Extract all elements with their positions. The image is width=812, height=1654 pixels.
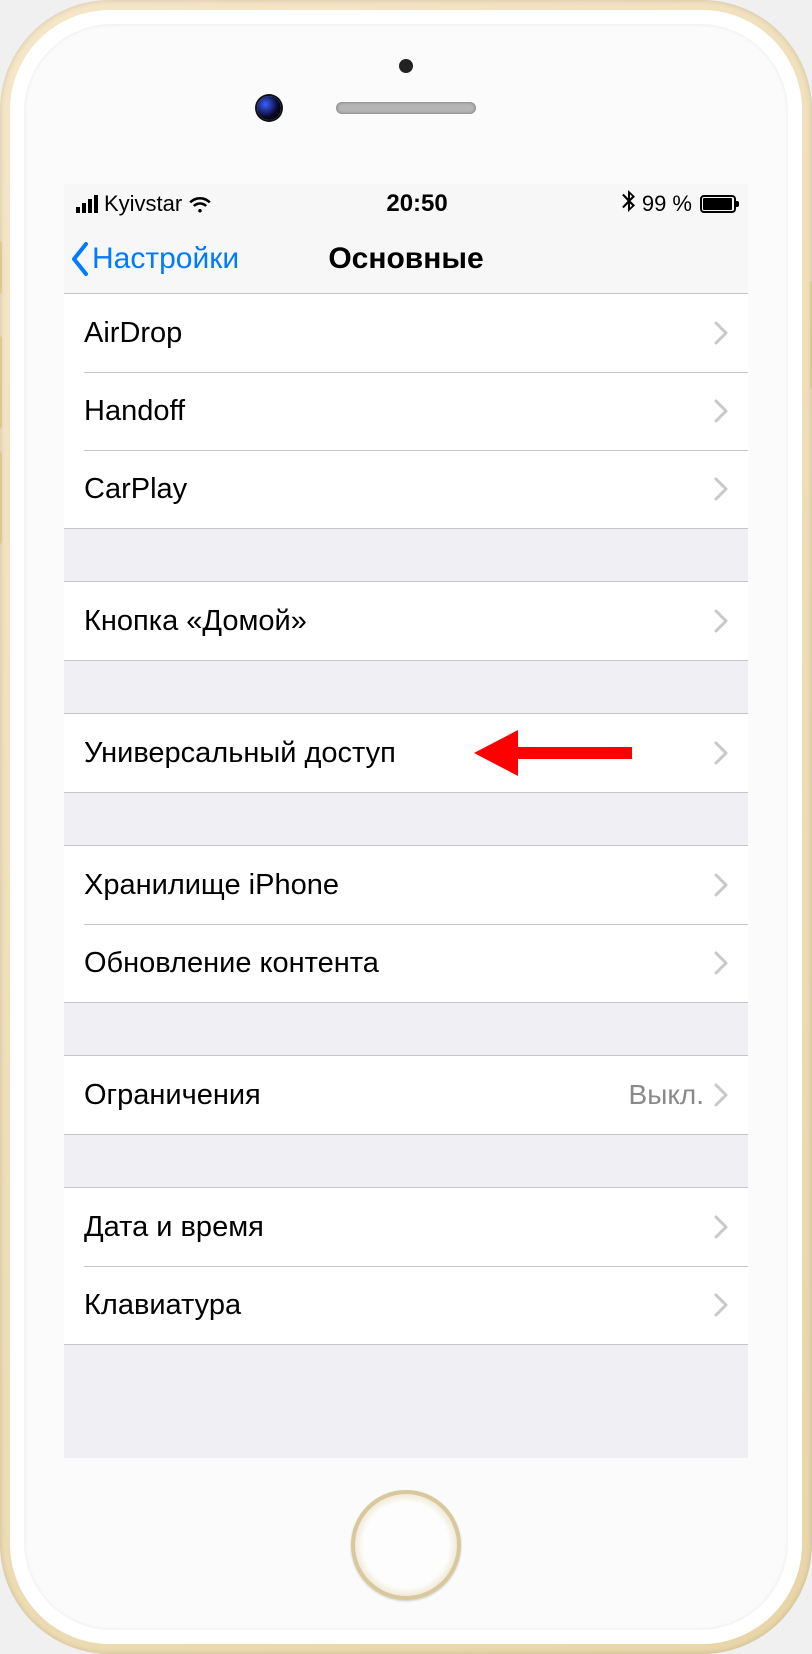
- group-storage: Хранилище iPhone Обновление контента: [64, 845, 748, 1003]
- chevron-right-icon: [714, 873, 728, 897]
- row-handoff[interactable]: Handoff: [64, 372, 748, 450]
- back-button[interactable]: Настройки: [70, 224, 239, 293]
- chevron-right-icon: [714, 321, 728, 345]
- group-spacer: [64, 1135, 748, 1187]
- volume-up-button[interactable]: [0, 335, 2, 430]
- row-label: Кнопка «Домой»: [84, 605, 714, 638]
- row-airdrop[interactable]: AirDrop: [64, 294, 748, 372]
- group-datetime: Дата и время Клавиатура: [64, 1187, 748, 1345]
- chevron-right-icon: [714, 741, 728, 765]
- volume-down-button[interactable]: [0, 450, 2, 545]
- row-label: Обновление контента: [84, 947, 714, 980]
- row-keyboard[interactable]: Клавиатура: [64, 1266, 748, 1344]
- group-connectivity: AirDrop Handoff CarPlay: [64, 294, 748, 529]
- status-bar: Kyivstar 20:50 99 %: [64, 184, 748, 224]
- bluetooth-icon: [622, 190, 636, 218]
- row-home-button[interactable]: Кнопка «Домой»: [64, 582, 748, 660]
- row-restrictions[interactable]: Ограничения Выкл.: [64, 1056, 748, 1134]
- chevron-right-icon: [714, 1083, 728, 1107]
- chevron-right-icon: [714, 477, 728, 501]
- chevron-left-icon: [70, 242, 90, 276]
- earpiece-speaker: [336, 102, 476, 114]
- mute-switch[interactable]: [0, 240, 2, 295]
- battery-percent: 99 %: [642, 191, 692, 217]
- back-label: Настройки: [92, 242, 239, 276]
- group-spacer: [64, 661, 748, 713]
- battery-icon: [700, 195, 736, 213]
- row-label: Универсальный доступ: [84, 737, 714, 770]
- chevron-right-icon: [714, 1215, 728, 1239]
- clock: 20:50: [386, 190, 447, 218]
- front-camera: [257, 96, 281, 120]
- device-bezel: Kyivstar 20:50 99 %: [24, 24, 788, 1630]
- screen: Kyivstar 20:50 99 %: [64, 184, 748, 1458]
- row-label: Handoff: [84, 395, 714, 428]
- row-iphone-storage[interactable]: Хранилище iPhone: [64, 846, 748, 924]
- device-inner: Kyivstar 20:50 99 %: [10, 10, 802, 1644]
- row-label: CarPlay: [84, 473, 714, 506]
- chevron-right-icon: [714, 609, 728, 633]
- group-spacer: [64, 529, 748, 581]
- group-accessibility: Универсальный доступ: [64, 713, 748, 793]
- page-title: Основные: [328, 242, 483, 276]
- row-label: Клавиатура: [84, 1289, 714, 1322]
- row-background-refresh[interactable]: Обновление контента: [64, 924, 748, 1002]
- row-label: Дата и время: [84, 1211, 714, 1244]
- carrier-label: Kyivstar: [104, 191, 182, 217]
- row-label: AirDrop: [84, 317, 714, 350]
- group-restrictions: Ограничения Выкл.: [64, 1055, 748, 1135]
- proximity-sensor: [399, 59, 413, 73]
- settings-list[interactable]: AirDrop Handoff CarPlay: [64, 294, 748, 1345]
- row-carplay[interactable]: CarPlay: [64, 450, 748, 528]
- status-left: Kyivstar: [76, 191, 212, 217]
- chevron-right-icon: [714, 399, 728, 423]
- group-spacer: [64, 1003, 748, 1055]
- home-button[interactable]: [351, 1490, 461, 1600]
- row-date-time[interactable]: Дата и время: [64, 1188, 748, 1266]
- status-right: 99 %: [622, 190, 736, 218]
- row-accessibility[interactable]: Универсальный доступ: [64, 714, 748, 792]
- chevron-right-icon: [714, 1293, 728, 1317]
- row-label: Ограничения: [84, 1079, 629, 1112]
- group-home-button: Кнопка «Домой»: [64, 581, 748, 661]
- navigation-bar: Настройки Основные: [64, 224, 748, 294]
- group-spacer: [64, 793, 748, 845]
- chevron-right-icon: [714, 951, 728, 975]
- device-frame: Kyivstar 20:50 99 %: [0, 0, 812, 1654]
- cellular-signal-icon: [76, 195, 98, 213]
- row-value: Выкл.: [629, 1079, 704, 1111]
- row-label: Хранилище iPhone: [84, 869, 714, 902]
- wifi-icon: [188, 195, 212, 213]
